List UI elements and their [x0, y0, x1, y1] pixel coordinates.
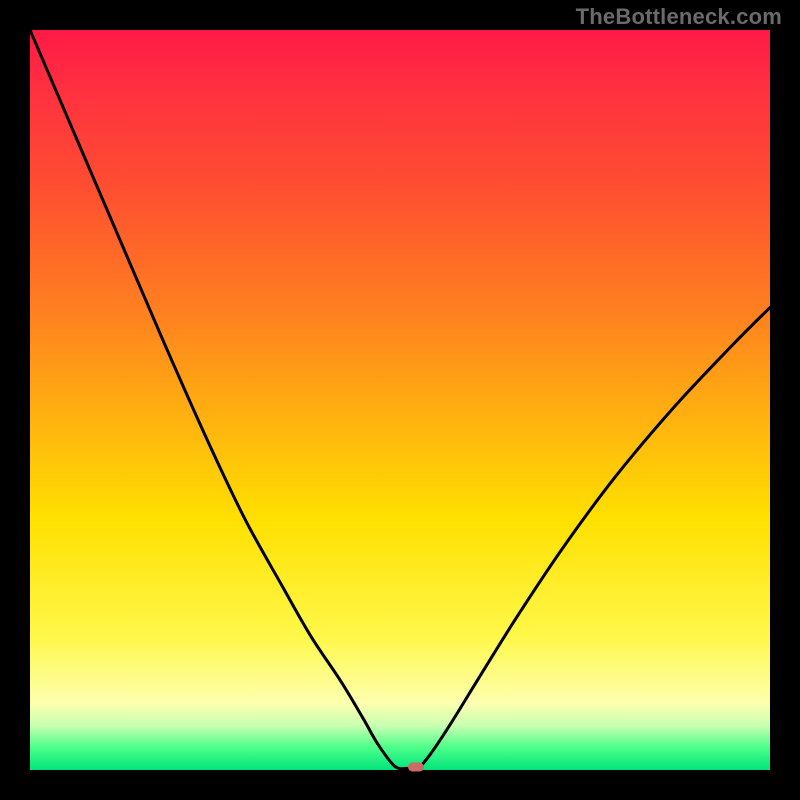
chart-plot-area: [30, 30, 770, 770]
bottleneck-curve: [30, 30, 770, 770]
current-point-marker: [408, 763, 424, 772]
watermark-text: TheBottleneck.com: [576, 4, 782, 30]
